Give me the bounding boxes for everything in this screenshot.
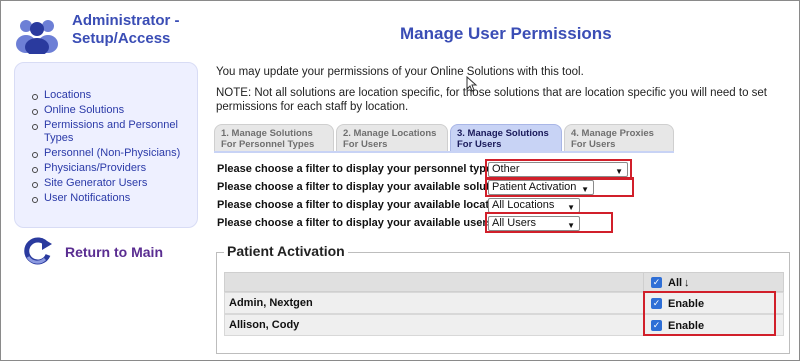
table-header: ✓ All ↓ bbox=[224, 272, 784, 292]
tab-bar: 1. Manage Solutions For Personnel Types … bbox=[214, 124, 674, 152]
refresh-arrows-icon[interactable] bbox=[20, 234, 54, 268]
sidebar-item-notifications[interactable]: User Notifications bbox=[32, 192, 204, 205]
return-to-main-link[interactable]: Return to Main bbox=[65, 244, 163, 260]
locations-value: All Locations bbox=[492, 199, 555, 211]
sidebar-item-personnel[interactable]: Personnel (Non-Physicians) bbox=[32, 147, 204, 160]
select-all-checkbox[interactable]: ✓ bbox=[651, 277, 662, 288]
highlight-box bbox=[643, 291, 776, 336]
users-group-icon bbox=[16, 20, 58, 54]
highlight-box bbox=[485, 212, 613, 233]
tab-solutions-personnel-types[interactable]: 1. Manage Solutions For Personnel Types bbox=[214, 124, 334, 152]
sidebar: Administrator - Setup/Access Locations O… bbox=[0, 0, 205, 361]
sidebar-item-label[interactable]: Online Solutions bbox=[44, 104, 124, 116]
sort-down-icon[interactable]: ↓ bbox=[684, 277, 690, 289]
sidebar-item-locations[interactable]: Locations bbox=[32, 89, 204, 102]
sidebar-item-site-generator[interactable]: Site Generator Users bbox=[32, 177, 204, 190]
note-text: NOTE: Not all solutions are location spe… bbox=[216, 87, 767, 113]
sidebar-item-physicians[interactable]: Physicians/Providers bbox=[32, 162, 204, 175]
sidebar-item-label[interactable]: Locations bbox=[44, 89, 91, 101]
column-divider bbox=[643, 273, 644, 291]
fieldset-legend: Patient Activation bbox=[224, 243, 348, 259]
sidebar-title: Administrator - Setup/Access bbox=[72, 12, 180, 47]
tab-locations-users[interactable]: 2. Manage Locations For Users bbox=[336, 124, 448, 152]
locations-select[interactable]: All Locations ▼ bbox=[488, 198, 580, 213]
select-all-label: All bbox=[668, 277, 683, 289]
sidebar-item-permissions[interactable]: Permissions and Personnel Types bbox=[32, 119, 204, 145]
sidebar-nav-list: Locations Online Solutions Permissions a… bbox=[32, 89, 204, 207]
user-name: Admin, Nextgen bbox=[229, 297, 313, 309]
highlight-box bbox=[485, 177, 634, 197]
filter-label-users: Please choose a filter to display your a… bbox=[217, 217, 493, 229]
tab-proxies-users[interactable]: 4. Manage Proxies For Users bbox=[564, 124, 674, 152]
sidebar-item-online-solutions[interactable]: Online Solutions bbox=[32, 104, 204, 117]
sidebar-item-label[interactable]: Physicians/Providers bbox=[44, 162, 146, 174]
sidebar-item-label[interactable]: User Notifications bbox=[44, 192, 130, 204]
tab-solutions-users[interactable]: 3. Manage Solutions For Users bbox=[450, 124, 562, 152]
user-name: Allison, Cody bbox=[229, 319, 300, 331]
page-title: Manage User Permissions bbox=[400, 24, 612, 43]
sidebar-item-label[interactable]: Personnel (Non-Physicians) bbox=[44, 147, 180, 159]
filter-label-personnel: Please choose a filter to display your p… bbox=[217, 163, 506, 175]
filter-label-locations: Please choose a filter to display your a… bbox=[217, 199, 512, 211]
filter-label-solutions: Please choose a filter to display your a… bbox=[217, 181, 513, 193]
sidebar-item-label[interactable]: Site Generator Users bbox=[44, 177, 147, 189]
intro-text: You may update your permissions of your … bbox=[216, 66, 584, 78]
tab-underline bbox=[214, 151, 674, 153]
sidebar-item-label[interactable]: Permissions and Personnel Types bbox=[44, 119, 178, 144]
